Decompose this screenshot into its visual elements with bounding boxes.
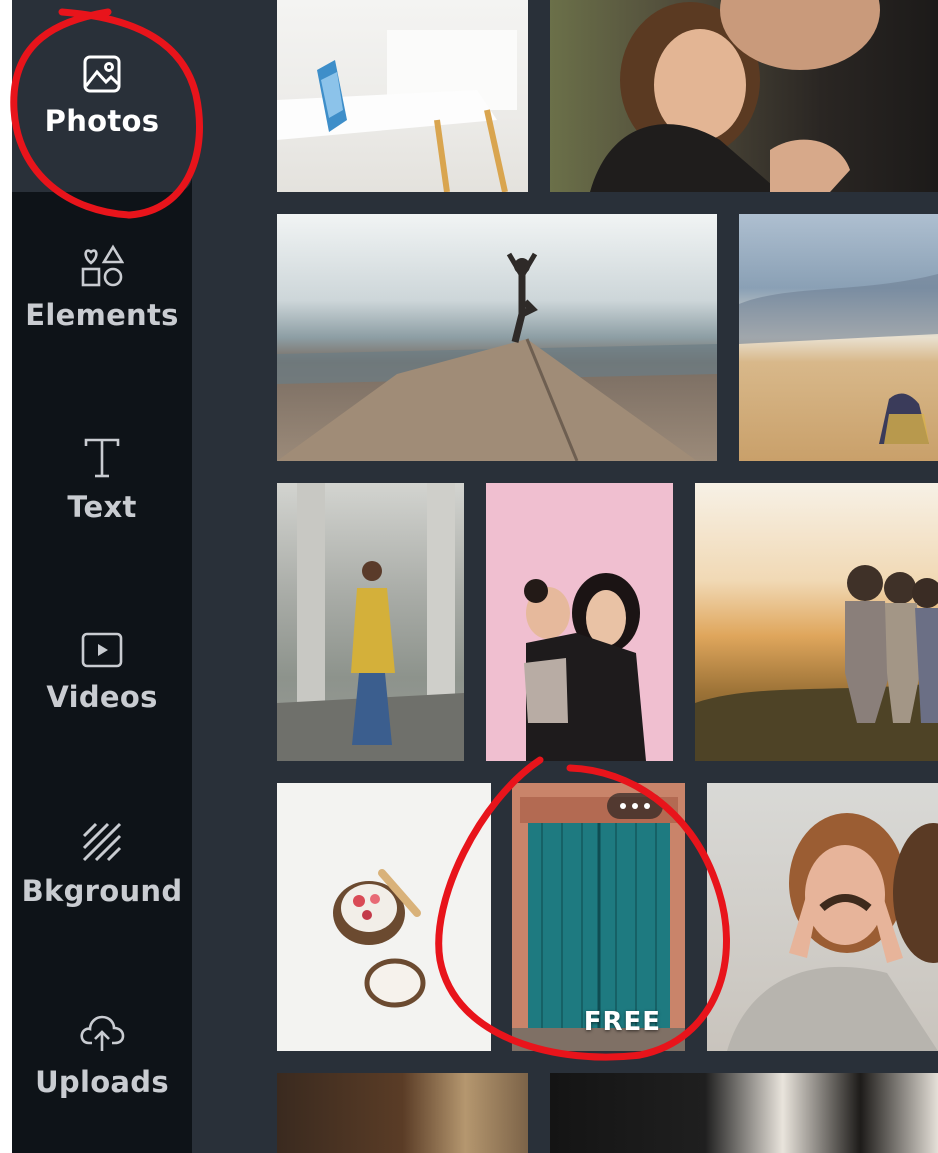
sidebar-item-text[interactable]: Text	[12, 384, 192, 576]
sidebar-item-label: Bkground	[21, 874, 183, 908]
photo-tile-white-table[interactable]	[277, 0, 528, 192]
sidebar-item-elements[interactable]: Elements	[12, 192, 192, 384]
photo-tile-tree-bark[interactable]	[277, 1073, 528, 1153]
more-dots-icon	[644, 803, 650, 809]
photo-tile-laughing-women[interactable]	[707, 783, 938, 1051]
sidebar-item-background[interactable]: Bkground	[12, 768, 192, 960]
sidebar-item-label: Elements	[25, 298, 179, 332]
sidebar-item-videos[interactable]: Videos	[12, 576, 192, 768]
photo-tile-father-daughter[interactable]	[550, 0, 938, 192]
photo-tile-teal-door[interactable]: FREE	[512, 783, 685, 1051]
photo-tile-mother-child-pink[interactable]	[486, 483, 673, 761]
sidebar: Photos Elements Text Videos Bkground Upl…	[12, 0, 192, 1153]
sidebar-item-label: Photos	[44, 104, 160, 138]
image-icon	[82, 54, 122, 94]
shapes-icon	[80, 244, 124, 288]
free-badge: FREE	[583, 1007, 661, 1037]
photo-tile-friends-sunset[interactable]	[695, 483, 938, 761]
text-icon	[82, 436, 122, 480]
sidebar-item-label: Uploads	[35, 1065, 169, 1099]
cloud-upload-icon	[78, 1013, 126, 1055]
photo-tile-smoothie-bowl[interactable]	[277, 783, 491, 1051]
sidebar-item-photos[interactable]: Photos	[12, 0, 192, 192]
background-stripes-icon	[80, 820, 124, 864]
sidebar-item-uploads[interactable]: Uploads	[12, 960, 192, 1152]
photo-tile-stripes[interactable]	[550, 1073, 938, 1153]
photo-tile-woman-yellow-coat[interactable]	[277, 483, 464, 761]
more-dots-icon	[620, 803, 626, 809]
photo-tile-desert[interactable]	[739, 214, 938, 461]
sidebar-item-label: Videos	[46, 680, 158, 714]
editor-app: Photos Elements Text Videos Bkground Upl…	[12, 0, 938, 1153]
more-options-button[interactable]	[607, 793, 663, 819]
video-play-icon	[80, 630, 124, 670]
photo-tile-yoga-pier[interactable]	[277, 214, 717, 461]
sidebar-item-label: Text	[67, 490, 137, 524]
more-dots-icon	[632, 803, 638, 809]
